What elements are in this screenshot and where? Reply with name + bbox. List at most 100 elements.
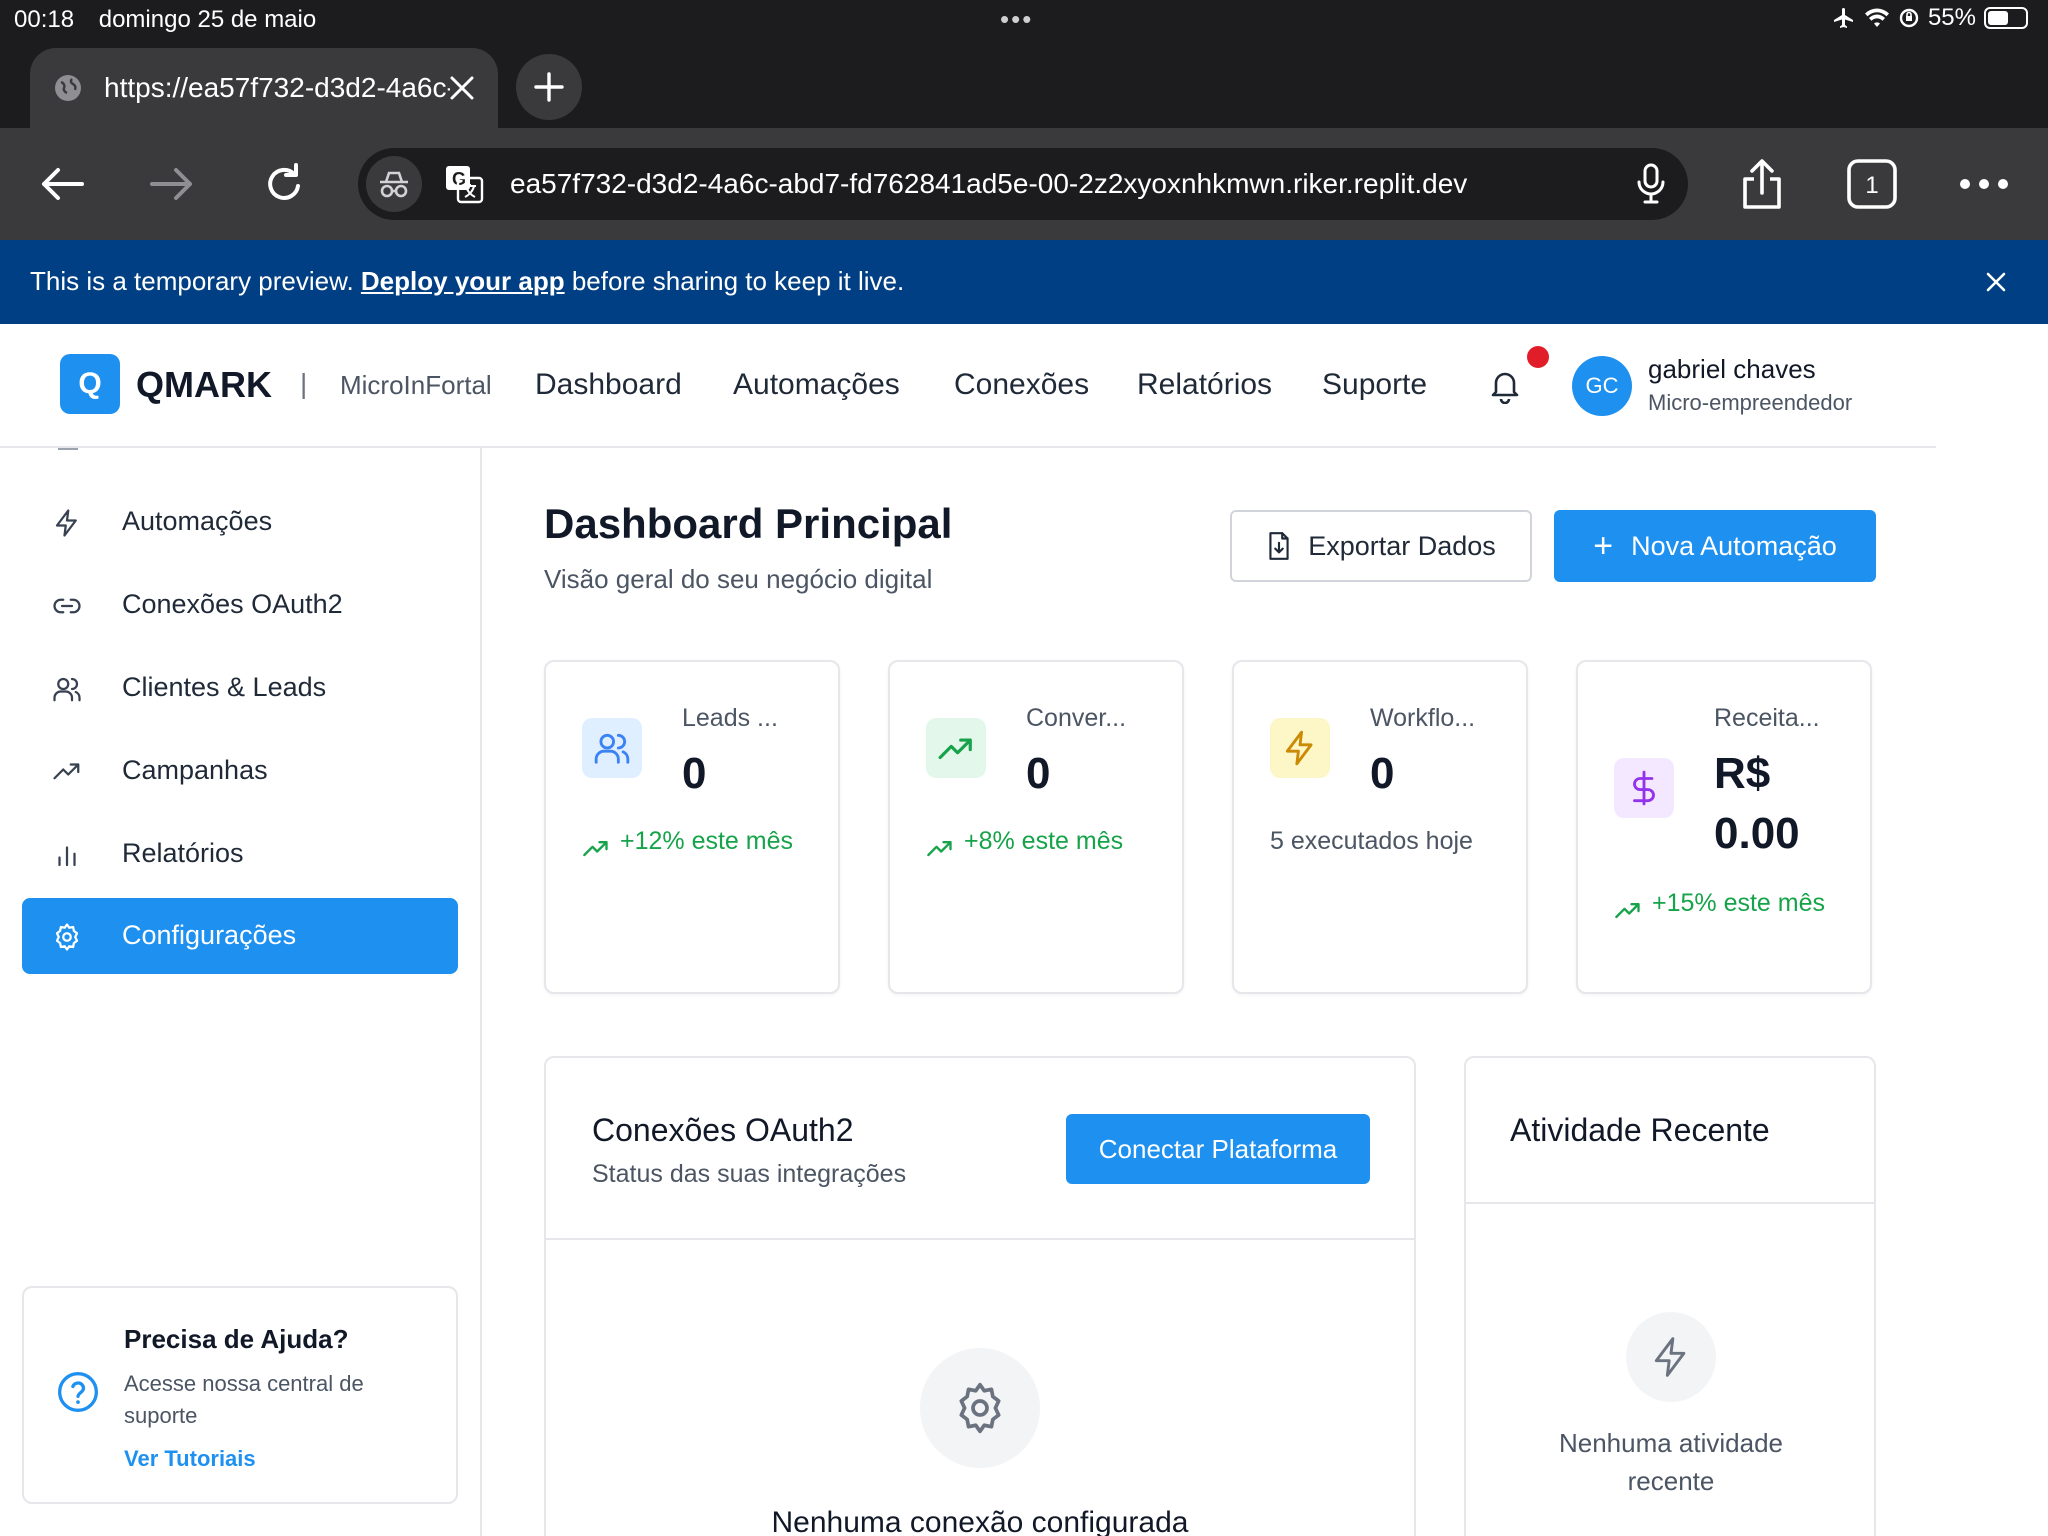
user-role: Micro-empreendedor xyxy=(1648,390,1853,415)
plus-icon xyxy=(534,72,564,102)
brand-name[interactable]: QMARK xyxy=(136,364,272,406)
sidebar-item-label: Configurações xyxy=(122,920,297,950)
sidebar-item-configuracoes[interactable]: Configurações xyxy=(22,898,458,974)
microphone-icon[interactable] xyxy=(1634,162,1668,206)
stat-card-leads: Leads ... 0 +12% este mês xyxy=(544,660,840,994)
bar-chart-icon xyxy=(58,846,76,867)
stat-card-workflows: Workflo... 0 5 executados hoje xyxy=(1232,660,1528,994)
plus-icon: + xyxy=(1593,526,1614,565)
banner-text-before: This is a temporary preview. xyxy=(30,266,361,296)
recent-activity-panel: Atividade Recente Nenhuma atividade rece… xyxy=(1464,1056,1876,1536)
sidebar-item-clientes-leads[interactable]: Clientes & Leads xyxy=(22,650,458,726)
stat-value: 0 xyxy=(1370,749,1395,798)
users-icon xyxy=(582,718,642,778)
translate-icon[interactable]: G xyxy=(444,164,484,204)
forward-button[interactable] xyxy=(142,154,202,214)
stat-trend: +12% este mês xyxy=(582,822,822,860)
nav-automacoes[interactable]: Automações xyxy=(733,368,900,402)
logo-mark[interactable]: Q xyxy=(60,354,120,414)
app-header: Q QMARK | MicroInFortal Dashboard Automa… xyxy=(0,324,1936,448)
nav-suporte[interactable]: Suporte xyxy=(1322,368,1427,402)
stat-trend-text: +15% este mês xyxy=(1652,889,1826,917)
divider xyxy=(546,1238,1414,1240)
stat-label: Leads ... xyxy=(682,704,778,732)
new-automation-button[interactable]: + Nova Automação xyxy=(1554,510,1876,582)
globe-icon xyxy=(55,75,81,101)
stat-value: 0 xyxy=(1026,749,1051,798)
zap-icon xyxy=(55,509,77,537)
stat-trend-text: +8% este mês xyxy=(964,827,1124,855)
share-button[interactable] xyxy=(1732,154,1792,214)
sidebar-item-label: Campanhas xyxy=(122,755,268,785)
page-subtitle: Visão geral do seu negócio digital xyxy=(544,564,933,594)
nav-conexoes[interactable]: Conexões xyxy=(954,368,1089,402)
trending-up-icon xyxy=(926,718,986,778)
browser-toolbar: G ea57f732-d3d2-4a6c-abd7-fd762841ad5e-0… xyxy=(0,128,2048,240)
stat-card-conversoes: Conver... 0 +8% este mês xyxy=(888,660,1184,994)
sidebar-item-campanhas[interactable]: Campanhas xyxy=(22,733,458,809)
help-title: Precisa de Ajuda? xyxy=(124,1324,349,1354)
brand-separator: | xyxy=(300,368,308,399)
panel-subtitle: Status das suas integrações xyxy=(592,1160,907,1188)
notification-dot xyxy=(1527,346,1549,368)
reload-icon xyxy=(268,163,300,200)
sidebar-item-label: Relatórios xyxy=(122,838,244,868)
user-name[interactable]: gabriel chaves xyxy=(1648,354,1816,385)
incognito-icon[interactable] xyxy=(366,156,422,212)
more-menu-button[interactable] xyxy=(1954,154,2014,214)
new-tab-button[interactable] xyxy=(516,54,582,120)
ios-status-bar: 00:18 domingo 25 de maio ••• 55% xyxy=(0,0,2048,42)
zap-icon xyxy=(1626,1312,1716,1402)
empty-connections-text: Nenhuma conexão configurada xyxy=(771,1506,1189,1536)
sidebar-item-conexoes-oauth2[interactable]: Conexões OAuth2 xyxy=(22,567,458,643)
sidebar-item-label: Clientes & Leads xyxy=(122,672,327,702)
close-tab-icon[interactable] xyxy=(442,68,482,108)
banner-text-after: before sharing to keep it live. xyxy=(564,266,905,296)
help-card: Precisa de Ajuda? Acesse nossa central d… xyxy=(22,1286,458,1504)
empty-activity-text: Nenhuma atividade recente xyxy=(1558,1428,1784,1496)
oauth-connections-panel: Conexões OAuth2 Status das suas integraç… xyxy=(544,1056,1416,1536)
gear-icon xyxy=(55,923,79,951)
stat-trend: +15% este mês xyxy=(1614,884,1854,922)
status-time: 00:18 xyxy=(14,6,75,33)
battery-icon xyxy=(1984,7,2028,29)
stat-card-receita: Receita... R$ 0.00 +15% este mês xyxy=(1576,660,1872,994)
stat-trend: +8% este mês xyxy=(926,822,1166,860)
sidebar-item-label: Automações xyxy=(122,506,273,536)
nav-dashboard[interactable]: Dashboard xyxy=(535,368,682,402)
sidebar-item-relatorios[interactable]: Relatórios xyxy=(22,816,458,892)
reload-button[interactable] xyxy=(254,154,314,214)
connect-platform-button[interactable]: Conectar Plataforma xyxy=(1066,1114,1370,1184)
multitasking-dots[interactable]: ••• xyxy=(1000,4,1033,35)
wifi-icon xyxy=(1864,8,1889,27)
tab-count: 1 xyxy=(1865,172,1878,199)
address-bar[interactable]: G ea57f732-d3d2-4a6c-abd7-fd762841ad5e-0… xyxy=(358,148,1688,220)
panel-title: Conexões OAuth2 xyxy=(592,1112,854,1148)
divider xyxy=(1466,1202,1874,1204)
browser-tab[interactable]: https://ea57f732-d3d2-4a6c-abd7-fd762841… xyxy=(30,48,498,128)
share-icon xyxy=(1743,159,1781,209)
trending-up-icon xyxy=(927,841,952,857)
help-description: Acesse nossa central de suporte xyxy=(124,1371,364,1428)
avatar[interactable]: GC xyxy=(1572,356,1632,416)
deploy-app-link[interactable]: Deploy your app xyxy=(361,266,565,296)
close-banner-icon[interactable] xyxy=(1982,268,2010,296)
status-date: domingo 25 de maio xyxy=(98,6,317,33)
export-data-button[interactable]: Exportar Dados xyxy=(1230,510,1532,582)
arrow-left-icon xyxy=(42,168,84,200)
nav-relatorios[interactable]: Relatórios xyxy=(1137,368,1272,402)
trending-up-icon xyxy=(1615,903,1640,919)
tab-count-button[interactable]: 1 xyxy=(1842,154,1902,214)
sidebar-item-label: Conexões OAuth2 xyxy=(122,589,343,619)
arrow-right-icon xyxy=(150,168,192,200)
back-button[interactable] xyxy=(32,154,92,214)
sidebar-item-automacoes[interactable]: Automações xyxy=(22,484,458,560)
help-circle-icon xyxy=(58,1372,98,1412)
stat-value: R$ 0.00 xyxy=(1714,749,1800,858)
sidebar-scroll-remnant xyxy=(58,448,78,450)
battery-percent: 55% xyxy=(1927,4,1976,31)
export-label: Exportar Dados xyxy=(1308,530,1496,561)
page-title: Dashboard Principal xyxy=(544,500,953,547)
tutorials-link[interactable]: Ver Tutoriais xyxy=(124,1446,256,1472)
bell-icon[interactable] xyxy=(1488,368,1522,404)
